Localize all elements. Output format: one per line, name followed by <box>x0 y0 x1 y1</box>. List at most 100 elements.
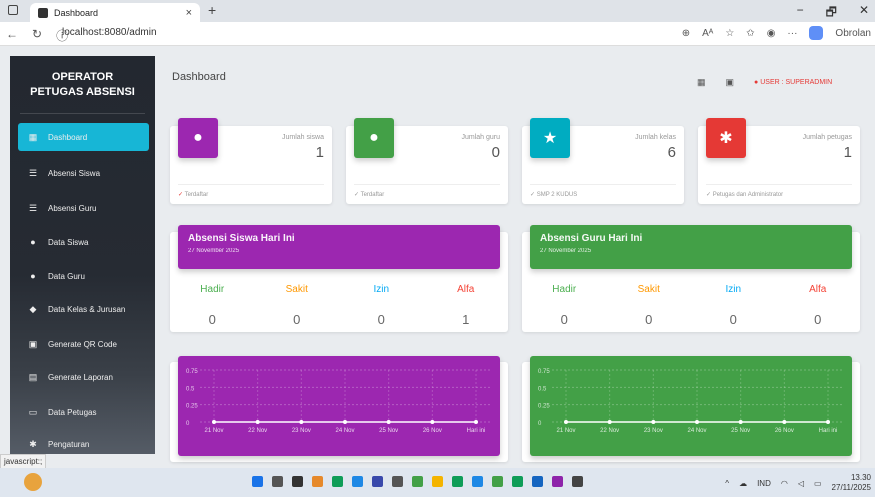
copilot-label[interactable]: Obrolan <box>835 28 871 39</box>
maximize-button[interactable]: 🗗 <box>826 3 837 24</box>
browser-tab[interactable]: Dashboard × <box>30 3 200 22</box>
attendance-value: 0 <box>377 312 385 327</box>
app-icon[interactable] <box>552 476 563 487</box>
apps-icon[interactable]: ▣ <box>726 77 735 88</box>
volume-icon[interactable]: ◁ <box>798 479 804 488</box>
reload-icon[interactable]: ↻ <box>32 27 42 44</box>
profile-avatar[interactable]: ◉ <box>767 28 776 39</box>
clock-time: 13.30 <box>850 473 871 482</box>
stat-label: Jumlah guru <box>461 134 500 141</box>
close-window-button[interactable]: ✕ <box>859 3 869 24</box>
app-icon[interactable] <box>372 476 383 487</box>
weather-icon[interactable] <box>24 473 42 491</box>
attendance-label: Hadir <box>200 284 225 295</box>
y-tick-label: 0.5 <box>186 386 195 392</box>
language-indicator[interactable]: IND <box>757 479 771 488</box>
minimize-button[interactable]: − <box>797 3 804 24</box>
dashboard-icon[interactable]: ▦ <box>697 77 706 88</box>
search-icon[interactable] <box>272 476 283 487</box>
footer-icon: ✓ <box>530 192 536 198</box>
app-icon[interactable] <box>392 476 403 487</box>
person-icon: ● <box>30 271 36 281</box>
app-icon[interactable] <box>492 476 503 487</box>
onedrive-icon[interactable]: ☁ <box>739 479 747 488</box>
data-point <box>474 420 478 424</box>
app-icon[interactable] <box>432 476 443 487</box>
sidebar-item-absensi-siswa[interactable]: ☰ Absensi Siswa <box>18 159 149 187</box>
address-bar: ← ↻ ⓘ localhost:8080/admin ⊕ Aᴬ ☆ ✩ ◉ ··… <box>0 22 875 46</box>
attendance-title: Absensi Siswa Hari Ini <box>188 233 295 244</box>
page-title: Dashboard <box>172 71 226 83</box>
laptop-icon: ▭ <box>28 406 38 417</box>
attendance-card: Absensi Guru Hari Ini 27 November 2025 H… <box>522 225 860 332</box>
chevron-up-icon[interactable]: ^ <box>725 479 729 488</box>
wifi-icon[interactable]: ◠ <box>781 479 788 488</box>
line-chart: 0 0.25 0.5 0.75 21 Nov 22 Nov 23 Nov 24 Nov 25 N… <box>538 369 842 434</box>
y-tick-label: 0.5 <box>538 386 547 392</box>
attendance-value: 1 <box>462 312 470 327</box>
more-button[interactable]: ··· <box>787 28 797 39</box>
chart-card: 0 0.25 0.5 0.75 21 Nov 22 Nov 23 Nov 24 Nov 25 N… <box>170 356 508 462</box>
tab-close-button[interactable]: × <box>186 7 192 19</box>
attendance-value: 0 <box>560 312 568 327</box>
copilot-icon[interactable] <box>809 26 824 40</box>
app-icon[interactable] <box>452 476 463 487</box>
app-icon[interactable] <box>472 476 483 487</box>
person-icon: ● <box>178 118 218 158</box>
app-icon[interactable] <box>412 476 423 487</box>
favorite-star-icon[interactable]: ☆ <box>725 28 734 39</box>
url-field[interactable]: localhost:8080/admin <box>62 27 157 38</box>
x-tick-label: 25 Nov <box>379 428 398 434</box>
sidebar-item-generate-laporan[interactable]: ▤ Generate Laporan <box>18 363 149 391</box>
app-icon[interactable] <box>572 476 583 487</box>
new-tab-button[interactable]: + <box>208 2 216 18</box>
attendance-header: Absensi Guru Hari Ini 27 November 2025 <box>530 225 852 269</box>
zoom-icon[interactable]: ⊕ <box>682 28 690 39</box>
stat-value: 1 <box>315 144 324 161</box>
app-icon[interactable] <box>292 476 303 487</box>
sidebar-title-line1: OPERATOR <box>51 71 114 83</box>
sidebar-item-dashboard[interactable]: ▦ Dashboard <box>18 123 149 151</box>
app-icon[interactable] <box>532 476 543 487</box>
footer-icon: ✓ <box>354 192 360 198</box>
stat-card: ✱ Jumlah petugas 1 ✓ Petugas dan Adminis… <box>698 118 860 204</box>
start-icon[interactable] <box>252 476 263 487</box>
app-icon[interactable] <box>332 476 343 487</box>
attendance-value: 0 <box>729 312 737 327</box>
stat-footer-text: Petugas dan Administrator <box>712 192 784 198</box>
gear-icon: ✱ <box>706 118 746 158</box>
person-icon: ● <box>354 118 394 158</box>
sidebar-item-data-guru[interactable]: ● Data Guru <box>18 262 149 290</box>
sidebar-item-data-kelas-jurusan[interactable]: ◆ Data Kelas & Jurusan <box>18 295 149 323</box>
line-chart: 0 0.25 0.5 0.75 21 Nov 22 Nov 23 Nov 24 Nov 25 N… <box>186 369 490 434</box>
app-icon[interactable] <box>512 476 523 487</box>
user-menu[interactable]: ● USER : SUPERADMIN <box>754 79 832 86</box>
checklist-icon: ☰ <box>28 202 38 213</box>
attendance-label: Izin <box>725 284 742 295</box>
attendance-label: Izin <box>373 284 390 295</box>
sidebar-item-generate-qr-code[interactable]: ▣ Generate QR Code <box>18 330 149 358</box>
sidebar-item-label: Generate Laporan <box>48 372 113 382</box>
sidebar-item-data-petugas[interactable]: ▭ Data Petugas <box>18 398 149 426</box>
tab-actions-icon[interactable] <box>8 5 18 15</box>
app-icon[interactable] <box>352 476 363 487</box>
sidebar-item-label: Dashboard <box>48 132 88 142</box>
sidebar-item-absensi-guru[interactable]: ☰ Absensi Guru <box>18 194 149 222</box>
stat-footer: ✓ Terdaftar <box>178 184 324 198</box>
clock[interactable]: 13.30 27/11/2025 <box>832 473 871 493</box>
stat-footer: ✓ SMP 2 KUDUS <box>530 184 676 198</box>
data-point <box>651 420 656 424</box>
data-point <box>299 420 304 424</box>
data-point <box>212 420 216 424</box>
data-point <box>343 420 347 424</box>
favorites-icon[interactable]: ✩ <box>746 28 754 39</box>
sidebar-item-label: Absensi Siswa <box>48 168 101 178</box>
read-aloud-button[interactable]: Aᴬ <box>702 28 713 39</box>
battery-icon[interactable]: ▭ <box>814 479 822 488</box>
app-icon[interactable] <box>312 476 323 487</box>
back-icon[interactable]: ← <box>6 27 18 44</box>
attendance-value: 0 <box>814 312 822 327</box>
data-point <box>826 420 830 424</box>
sidebar-item-data-siswa[interactable]: ● Data Siswa <box>18 228 149 256</box>
sidebar-title: OPERATOR PETUGAS ABSENSI <box>20 56 145 114</box>
